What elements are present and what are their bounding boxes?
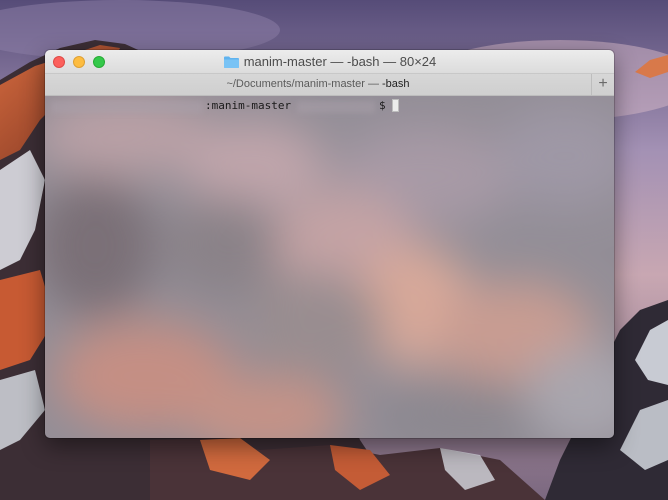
redacted-host [297,101,375,113]
window-title: manim-master — -bash — 80×24 [243,54,437,69]
new-tab-button[interactable]: + [592,74,614,95]
window-title-area: manim-master — -bash — 80×24 [45,50,614,73]
plus-icon: + [598,75,608,92]
tab-bar: ~/Documents/manim-master — -bash + [45,74,614,96]
folder-icon [223,56,239,68]
tab-path: ~/Documents/manim-master — [226,78,383,90]
terminal-output-area[interactable]: :manim-master $ [45,96,614,438]
text-cursor [392,99,399,112]
prompt-symbol: $ [379,99,386,112]
terminal-window[interactable]: manim-master — -bash — 80×24 ~/Documents… [45,50,614,438]
tab-active[interactable]: ~/Documents/manim-master — -bash [45,74,592,95]
prompt-directory: :manim-master [205,99,292,112]
redacted-username [51,101,203,113]
tab-process: -bash [382,78,410,90]
terminal-text: :manim-master $ [45,96,614,438]
desktop-wallpaper: manim-master — -bash — 80×24 ~/Documents… [0,0,668,500]
window-titlebar[interactable]: manim-master — -bash — 80×24 [45,50,614,74]
